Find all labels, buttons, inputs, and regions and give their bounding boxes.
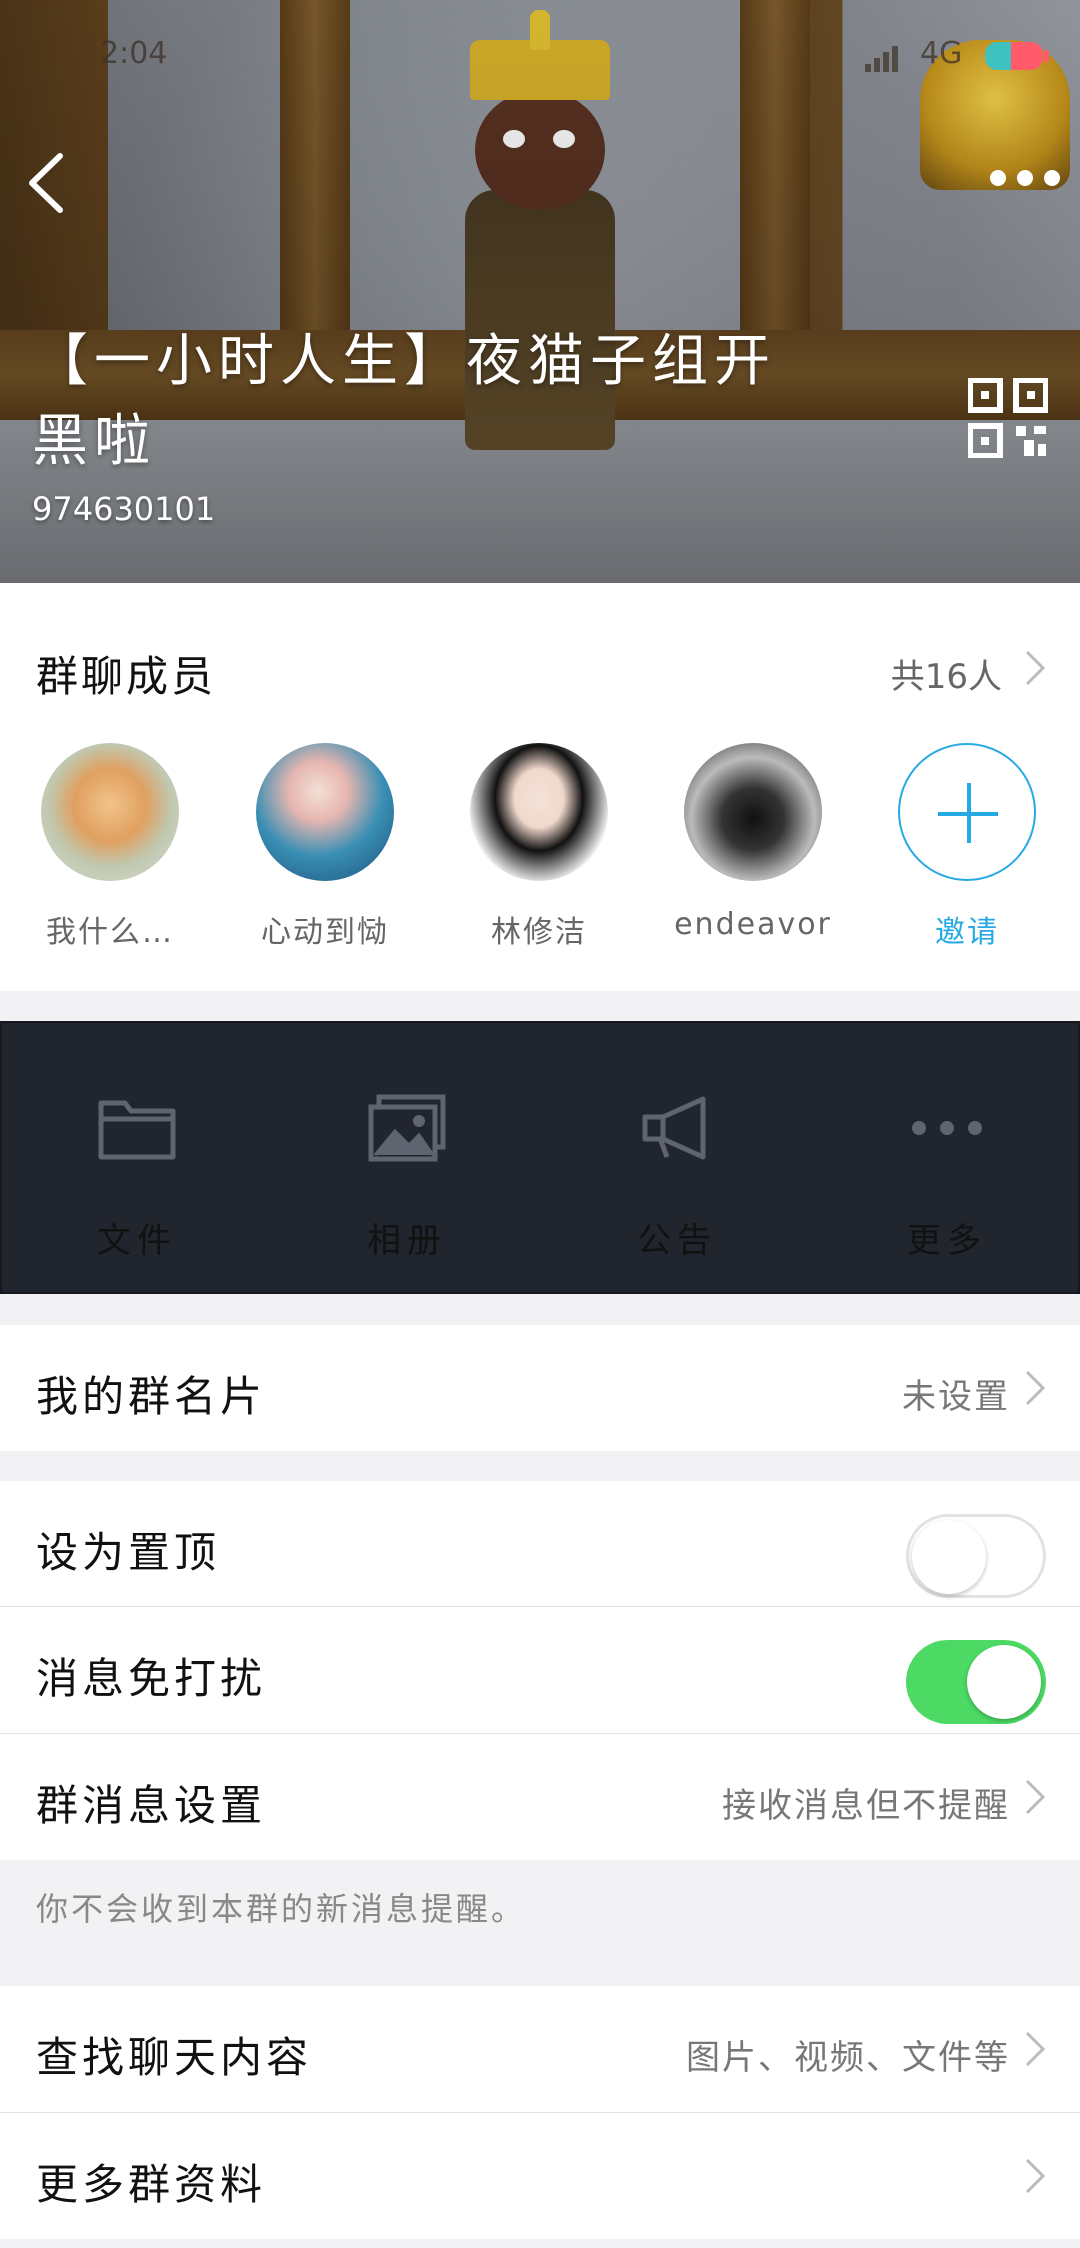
chevron-right-icon [1025, 1370, 1046, 1406]
battery-icon [985, 42, 1049, 70]
files-button[interactable]: 文件 [2, 1023, 272, 1296]
do-not-disturb-label: 消息免打扰 [36, 1654, 267, 1703]
signal-icon [865, 42, 907, 72]
pin-top-label: 设为置顶 [36, 1528, 221, 1577]
status-bar: 2:04 4G [0, 30, 1080, 80]
my-group-card-label: 我的群名片 [36, 1372, 267, 1421]
notification-hint-text: 你不会收到本群的新消息提醒。 [36, 1890, 527, 1928]
folder-icon [98, 1100, 176, 1160]
announcement-label: 公告 [637, 1221, 717, 1261]
member-item[interactable]: 我什么… [20, 743, 200, 951]
group-id: 974630101 [32, 490, 216, 528]
more-functions-button[interactable]: 更多 [812, 1023, 1080, 1296]
avatar [41, 743, 179, 881]
search-chat-content-value: 图片、视频、文件等 [686, 2038, 1010, 2078]
more-group-info-label: 更多群资料 [36, 2160, 267, 2209]
notification-hint: 你不会收到本群的新消息提醒。 [0, 1860, 1080, 1986]
search-chat-content-label: 查找聊天内容 [36, 2033, 313, 2082]
avatar [256, 743, 394, 881]
group-message-settings-row[interactable]: 群消息设置 接收消息但不提醒 [0, 1734, 1080, 1860]
status-time: 2:04 [100, 36, 168, 71]
announcement-button[interactable]: 公告 [542, 1023, 812, 1296]
group-header: 2:04 4G 【一小时人生】夜猫子组开黑啦 974630101 [0, 0, 1080, 583]
function-bar: 文件 相册 公告 更多 [0, 1021, 1080, 1294]
chevron-right-icon [1025, 1779, 1046, 1815]
add-member-icon [898, 743, 1036, 881]
album-label: 相册 [367, 1221, 447, 1261]
more-label: 更多 [907, 1221, 987, 1261]
group-message-settings-label: 群消息设置 [36, 1781, 267, 1830]
my-group-card-value: 未设置 [902, 1377, 1010, 1417]
members-label: 群聊成员 [36, 652, 217, 701]
do-not-disturb-toggle[interactable] [906, 1640, 1046, 1724]
back-arrow-icon [29, 153, 63, 213]
group-message-settings-value: 接收消息但不提醒 [722, 1786, 1010, 1826]
my-group-card-row[interactable]: 我的群名片 未设置 [0, 1325, 1080, 1451]
member-item[interactable]: 林修洁 [449, 743, 629, 951]
photo-album-icon [368, 1094, 446, 1162]
member-name: 我什么… [46, 915, 174, 950]
search-chat-content-row[interactable]: 查找聊天内容 图片、视频、文件等 [0, 1986, 1080, 2112]
pin-top-row: 设为置顶 [0, 1481, 1080, 1607]
chevron-right-icon [1025, 650, 1046, 686]
invite-label: 邀请 [935, 915, 999, 950]
avatar [470, 743, 608, 881]
members-count[interactable]: 共16人 [891, 649, 1002, 698]
qr-code-icon [967, 377, 1049, 459]
chevron-right-icon [1025, 2158, 1046, 2194]
avatar [684, 743, 822, 881]
qr-code-button[interactable] [967, 377, 1049, 459]
group-info-page: 2:04 4G 【一小时人生】夜猫子组开黑啦 974630101 群聊成员 共1… [0, 0, 1080, 2248]
member-name: 林修洁 [491, 915, 587, 950]
megaphone-icon [642, 1096, 706, 1160]
member-name: endeavor [674, 907, 832, 942]
chevron-right-icon [1025, 2031, 1046, 2067]
album-button[interactable]: 相册 [272, 1023, 542, 1296]
member-name: 心动到恸 [261, 915, 389, 950]
more-group-info-row[interactable]: 更多群资料 [0, 2113, 1080, 2239]
member-item[interactable]: 心动到恸 [235, 743, 415, 951]
more-options-button[interactable] [990, 170, 1060, 190]
files-label: 文件 [97, 1221, 177, 1261]
pin-top-toggle[interactable] [906, 1514, 1046, 1598]
do-not-disturb-row: 消息免打扰 [0, 1607, 1080, 1733]
member-item[interactable]: endeavor [663, 743, 843, 942]
back-button[interactable] [22, 148, 72, 218]
network-type: 4G [920, 36, 963, 71]
group-title: 【一小时人生】夜猫子组开黑啦 [32, 329, 776, 474]
invite-button[interactable]: 邀请 [877, 743, 1057, 951]
more-dots-icon [912, 1121, 982, 1135]
group-members-section: 群聊成员 共16人 我什么… 心动到恸 林修洁 endeavor 邀请 [0, 583, 1080, 991]
